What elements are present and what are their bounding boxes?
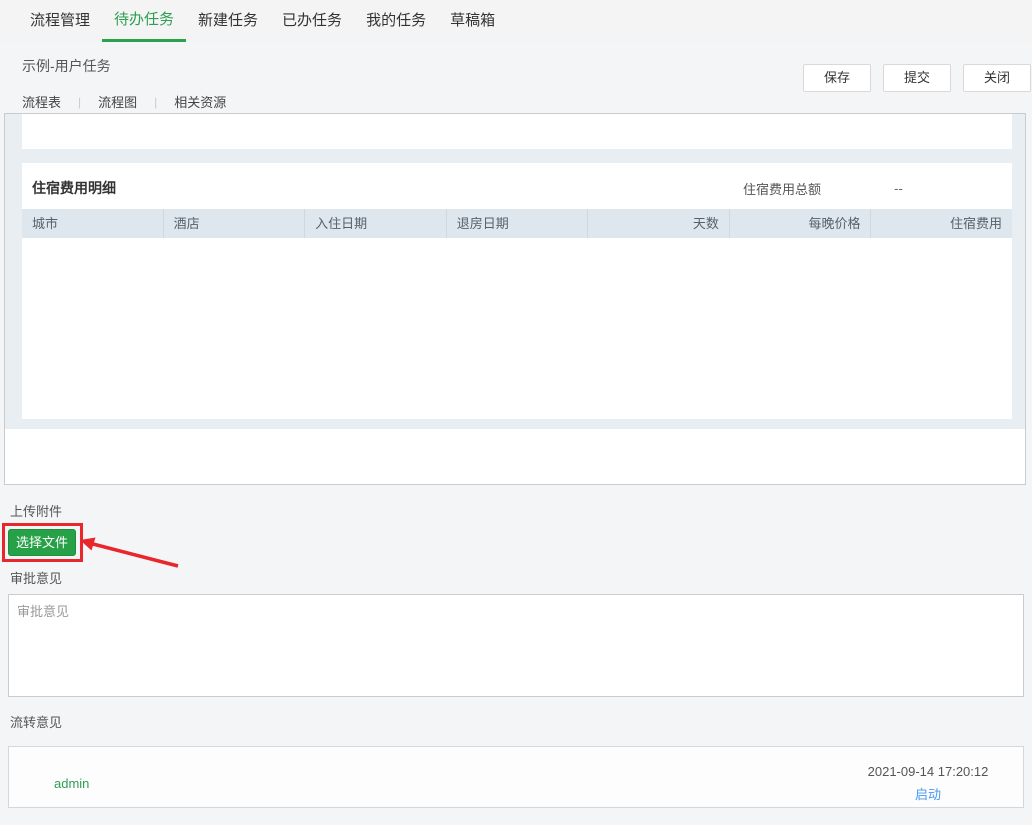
flow-entry-timestamp: 2021-09-14 17:20:12 — [853, 764, 1003, 779]
approval-opinion-textarea[interactable] — [8, 594, 1024, 697]
accommodation-table-header: 城市 酒店 入住日期 退房日期 天数 每晚价格 住宿费用 — [22, 209, 1012, 238]
tab-new-task[interactable]: 新建任务 — [186, 0, 270, 42]
total-label: 住宿费用总额 — [743, 179, 821, 198]
flow-opinion-label: 流转意见 — [10, 712, 62, 731]
accommodation-card-header: 住宿费用明细 住宿费用总额 -- — [22, 163, 1012, 209]
choose-file-button[interactable]: 选择文件 — [8, 529, 76, 556]
column-header-accommodation-fee: 住宿费用 — [871, 209, 1012, 238]
annotation-arrow-icon — [78, 534, 190, 576]
tab-my-tasks[interactable]: 我的任务 — [354, 0, 438, 42]
accommodation-detail-card: 住宿费用明细 住宿费用总额 -- 城市 酒店 入住日期 退房日期 天数 每晚价格… — [22, 163, 1012, 419]
separator: | — [78, 95, 81, 109]
form-scroll-area[interactable]: 住宿费用明细 住宿费用总额 -- 城市 酒店 入住日期 退房日期 天数 每晚价格… — [5, 114, 1025, 429]
flow-entry-meta: 2021-09-14 17:20:12 启动 — [853, 764, 1003, 803]
flow-opinion-panel: admin 2021-09-14 17:20:12 启动 — [8, 746, 1024, 808]
tab-drafts[interactable]: 草稿箱 — [438, 0, 507, 42]
approval-opinion-label: 审批意见 — [10, 568, 62, 587]
save-button[interactable]: 保存 — [803, 64, 871, 92]
view-switcher: 流程表 | 流程图 | 相关资源 — [22, 92, 226, 111]
upload-attachment-label: 上传附件 — [10, 501, 62, 520]
column-header-checkin-date: 入住日期 — [305, 209, 447, 238]
link-related-resources[interactable]: 相关资源 — [174, 92, 226, 111]
tab-process-management[interactable]: 流程管理 — [18, 0, 102, 42]
total-value: -- — [821, 181, 976, 196]
previous-section-partial — [22, 114, 1012, 149]
section-title: 住宿费用明细 — [32, 178, 116, 198]
column-header-price-per-night: 每晚价格 — [730, 209, 872, 238]
tab-done-tasks[interactable]: 已办任务 — [270, 0, 354, 42]
link-process-diagram[interactable]: 流程图 — [98, 92, 137, 111]
close-button[interactable]: 关闭 — [963, 64, 1031, 92]
total-group: 住宿费用总额 -- — [743, 179, 976, 198]
form-panel: 住宿费用明细 住宿费用总额 -- 城市 酒店 入住日期 退房日期 天数 每晚价格… — [4, 113, 1026, 485]
top-nav: 流程管理 待办任务 新建任务 已办任务 我的任务 草稿箱 — [0, 0, 1032, 42]
tab-todo-tasks[interactable]: 待办任务 — [102, 0, 186, 42]
header-actions: 保存 提交 关闭 — [803, 64, 1031, 92]
separator: | — [154, 95, 157, 109]
flow-entry-action-link[interactable]: 启动 — [853, 784, 1003, 803]
column-header-checkout-date: 退房日期 — [447, 209, 589, 238]
page-title: 示例-用户任务 — [22, 56, 111, 76]
column-header-city: 城市 — [22, 209, 164, 238]
flow-entry-user: admin — [54, 776, 89, 791]
column-header-hotel: 酒店 — [164, 209, 306, 238]
page: 流程管理 待办任务 新建任务 已办任务 我的任务 草稿箱 示例-用户任务 保存 … — [0, 0, 1032, 825]
link-process-form[interactable]: 流程表 — [22, 92, 61, 111]
submit-button[interactable]: 提交 — [883, 64, 951, 92]
column-header-days: 天数 — [588, 209, 730, 238]
